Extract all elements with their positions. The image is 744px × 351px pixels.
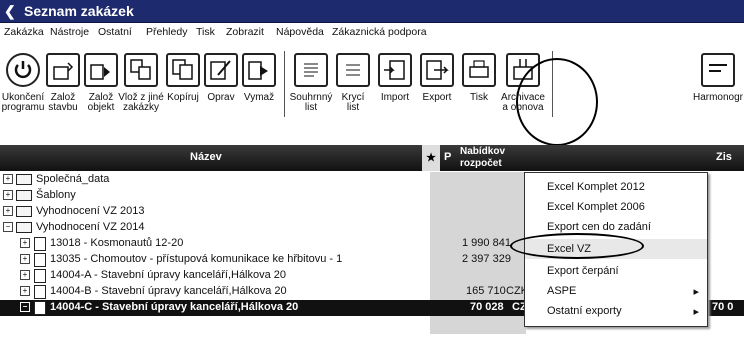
edit-icon	[204, 53, 238, 87]
expand-icon[interactable]: +	[3, 206, 13, 216]
schedule-button-label: Harmonogr	[692, 92, 744, 103]
row-label: 14004-B - Stavební úpravy kanceláří,Hálk…	[50, 285, 287, 297]
expand-icon[interactable]: +	[20, 238, 30, 248]
menu-item-label: Export čerpání	[547, 265, 619, 277]
row-label: 14004-C - Stavební úpravy kanceláří,Hálk…	[50, 301, 299, 313]
import-icon	[378, 53, 412, 87]
title-bar: ❮ Seznam zakázek	[0, 0, 744, 23]
expand-icon[interactable]: +	[3, 190, 13, 200]
new-building-icon	[46, 53, 80, 87]
schedule-icon	[701, 53, 735, 87]
export-button-label: Export	[422, 92, 452, 103]
menu-zakaznicka-podpora[interactable]: Zákaznická podpora	[332, 26, 427, 38]
insert-from-other-button[interactable]: Vlož z jiné zakázky	[118, 45, 164, 143]
menu-item-label: Excel Komplet 2006	[547, 201, 645, 213]
copy-icon	[166, 53, 200, 87]
document-icon	[34, 285, 46, 299]
menu-item-label: Excel Komplet 2012	[547, 181, 645, 193]
collapse-icon[interactable]: −	[20, 302, 30, 312]
row-value: 2 397 329	[462, 253, 511, 265]
menu-item-aspe[interactable]: ASPE ▸	[525, 281, 707, 301]
power-icon	[6, 53, 40, 87]
export-button[interactable]: Export	[414, 45, 460, 143]
menu-napoveda[interactable]: Nápověda	[276, 26, 324, 38]
excel-vz-highlight-circle	[510, 233, 644, 259]
summary-sheet-button-label: Souhrnný list	[289, 92, 333, 113]
toolbar-separator	[284, 51, 285, 117]
import-button[interactable]: Import	[372, 45, 418, 143]
toolbar: Ukončení programu Založ stavbu Založ obj…	[0, 45, 744, 145]
row-value: 1 990 841	[462, 237, 511, 249]
expand-icon[interactable]: +	[20, 270, 30, 280]
new-object-icon	[84, 53, 118, 87]
menu-nastroje[interactable]: Nástroje	[50, 26, 89, 38]
row-label: Šablony	[36, 189, 76, 201]
submenu-arrow-icon: ▸	[693, 286, 699, 298]
document-icon	[34, 237, 46, 251]
submenu-arrow-icon: ▸	[693, 306, 699, 318]
menu-item-excel-komplet-2012[interactable]: Excel Komplet 2012	[525, 177, 707, 197]
schedule-button[interactable]: Harmonogr	[692, 45, 744, 143]
delete-button-label: Vymaž	[243, 92, 275, 103]
folder-icon	[16, 222, 32, 233]
menu-item-label: Export cen do zadání	[547, 221, 651, 233]
insert-icon	[124, 53, 158, 87]
document-icon	[34, 269, 46, 283]
import-button-label: Import	[380, 92, 410, 103]
export-highlight-circle	[516, 58, 598, 146]
table-header: Název ★ P Nabídkov rozpočet Zis	[0, 145, 744, 171]
menu-item-export-cerpani[interactable]: Export čerpání	[525, 261, 707, 281]
print-button[interactable]: Tisk	[456, 45, 502, 143]
insert-from-other-button-label: Vlož z jiné zakázky	[118, 92, 164, 113]
export-icon	[420, 53, 454, 87]
summary-sheet-button[interactable]: Souhrnný list	[288, 45, 334, 143]
expand-icon[interactable]: +	[20, 254, 30, 264]
delete-button[interactable]: Vymaž	[236, 45, 282, 143]
row-label: 13035 - Chomoutov - přístupová komunikac…	[50, 253, 343, 265]
menu-zakazka[interactable]: Zakázka	[4, 26, 44, 38]
collapse-icon[interactable]: −	[3, 222, 13, 232]
print-icon	[462, 53, 496, 87]
column-budget[interactable]: Nabídkov rozpočet	[460, 146, 520, 170]
row-label: Vyhodnocení VZ 2013	[36, 205, 145, 217]
folder-icon	[16, 206, 32, 217]
expand-icon[interactable]: +	[3, 174, 13, 184]
row-value: 70 028	[470, 301, 504, 313]
column-p[interactable]: P	[444, 151, 451, 163]
cover-sheet-icon	[336, 53, 370, 87]
menu-tisk[interactable]: Tisk	[196, 26, 215, 38]
expand-icon[interactable]: +	[20, 286, 30, 296]
row-profit: 70 0	[712, 301, 734, 313]
row-label: 13018 - Kosmonautů 12-20	[50, 237, 184, 249]
column-profit[interactable]: Zis	[716, 151, 732, 163]
menu-item-label: ASPE	[547, 285, 577, 297]
menu-ostatni[interactable]: Ostatní	[98, 26, 132, 38]
delete-icon	[242, 53, 276, 87]
menu-item-ostatni-exporty[interactable]: Ostatní exporty ▸	[525, 301, 707, 321]
summary-icon	[294, 53, 328, 87]
menu-bar: Zakázka Nástroje Ostatní Přehledy Tisk Z…	[0, 24, 744, 42]
menu-item-label: Ostatní exporty	[547, 305, 622, 317]
cover-sheet-button-label: Krycí list	[341, 92, 365, 113]
chevron-left-icon[interactable]: ❮	[4, 3, 16, 20]
window-title: Seznam zakázek	[24, 3, 134, 19]
column-name[interactable]: Název	[190, 151, 222, 163]
menu-prehledy[interactable]: Přehledy	[146, 26, 187, 38]
document-icon	[34, 301, 46, 315]
cover-sheet-button[interactable]: Krycí list	[330, 45, 376, 143]
row-label: Společná_data	[36, 173, 110, 185]
folder-icon	[16, 190, 32, 201]
row-value: 165 710	[466, 285, 506, 297]
row-label: 14004-A - Stavební úpravy kanceláří,Hálk…	[50, 269, 287, 281]
menu-item-excel-komplet-2006[interactable]: Excel Komplet 2006	[525, 197, 707, 217]
print-button-label: Tisk	[470, 92, 488, 103]
row-label: Vyhodnocení VZ 2014	[36, 221, 145, 233]
document-icon	[34, 253, 46, 267]
column-star[interactable]: ★	[422, 145, 440, 171]
folder-icon	[16, 174, 32, 185]
menu-zobrazit[interactable]: Zobrazit	[226, 26, 264, 38]
